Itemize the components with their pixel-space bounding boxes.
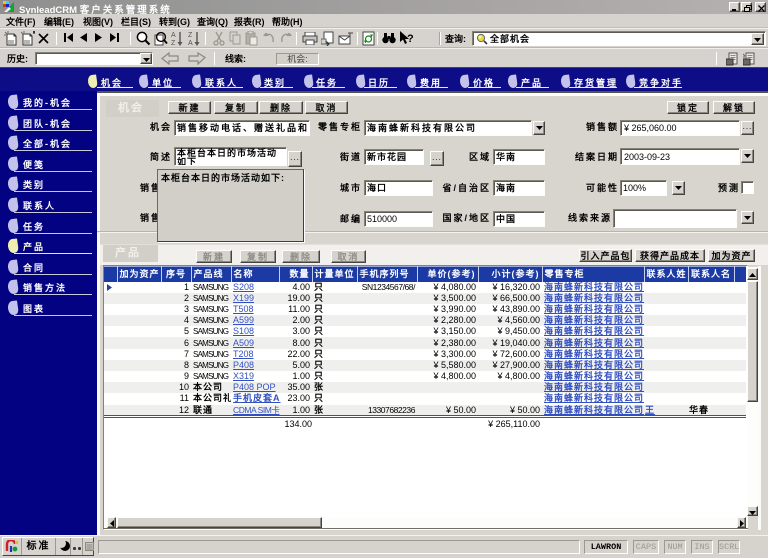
svg-text:Z: Z (188, 32, 193, 39)
svg-text:Z: Z (171, 40, 176, 46)
svg-text:A: A (188, 40, 193, 46)
svg-text:A: A (171, 32, 176, 39)
svg-text:?: ? (407, 33, 414, 45)
